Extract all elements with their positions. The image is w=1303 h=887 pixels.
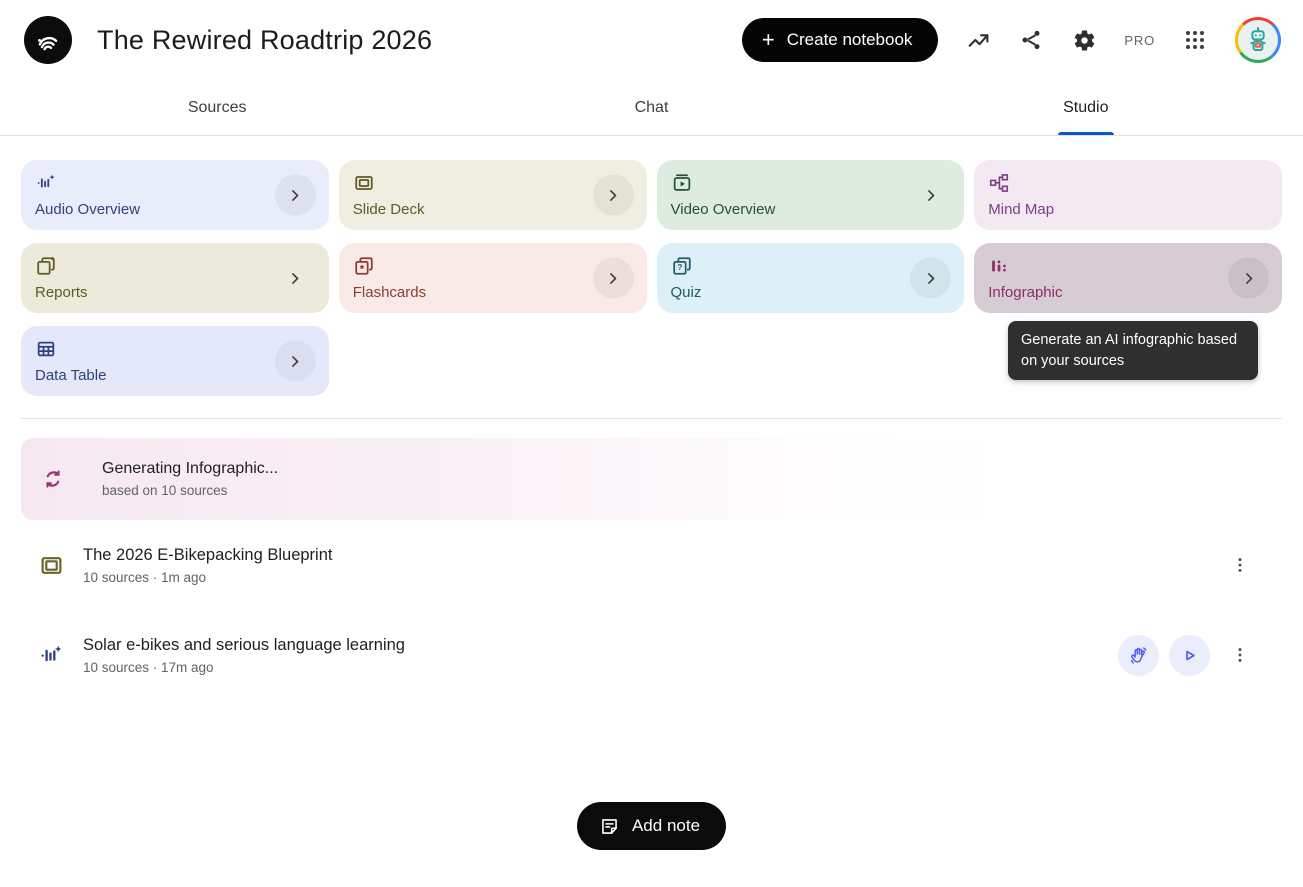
card-label: Reports (35, 284, 315, 301)
create-notebook-label: Create notebook (787, 30, 913, 50)
card-label: Slide Deck (353, 201, 633, 218)
card-label: Mind Map (988, 201, 1268, 218)
slide-deck-icon (353, 172, 375, 194)
card-label: Flashcards (353, 284, 633, 301)
app-header: The Rewired Roadtrip 2026 + Create noteb… (0, 0, 1303, 80)
share-icon[interactable] (1018, 27, 1044, 53)
card-quiz[interactable]: ? Quiz (657, 243, 965, 313)
artifact-meta: 10 sources · 17m ago (83, 660, 405, 675)
card-label: Data Table (35, 367, 315, 384)
tab-sources-label: Sources (188, 99, 247, 117)
interactive-mode-button[interactable] (1118, 635, 1159, 676)
apps-grid-icon[interactable] (1182, 27, 1208, 53)
card-flashcards[interactable]: Flashcards (339, 243, 647, 313)
tab-studio[interactable]: Studio (869, 80, 1303, 135)
audio-waveform-icon (35, 172, 57, 194)
section-divider (21, 418, 1282, 419)
card-open-button[interactable] (275, 258, 316, 299)
tab-studio-label: Studio (1063, 99, 1108, 117)
artifact-row-slide-deck[interactable]: The 2026 E-Bikepacking Blueprint 10 sour… (21, 520, 1282, 610)
generating-title: Generating Infographic... (102, 460, 278, 478)
plus-icon: + (762, 29, 775, 51)
add-note-label: Add note (632, 816, 700, 836)
generating-subtitle: based on 10 sources (102, 483, 278, 498)
wave-hand-icon (1128, 645, 1149, 666)
active-tab-underline (1058, 132, 1114, 135)
card-reports[interactable]: Reports (21, 243, 329, 313)
tab-chat-label: Chat (635, 99, 669, 117)
create-notebook-button[interactable]: + Create notebook (742, 18, 939, 62)
artifact-row-audio-overview[interactable]: Solar e-bikes and serious language learn… (21, 610, 1282, 700)
notebook-title[interactable]: The Rewired Roadtrip 2026 (97, 25, 432, 56)
card-label: Quiz (671, 284, 951, 301)
tab-chat[interactable]: Chat (434, 80, 868, 135)
card-open-button[interactable] (593, 258, 634, 299)
video-overview-icon (671, 172, 693, 194)
reports-icon (35, 255, 57, 277)
generating-spinner-icon (41, 467, 65, 491)
card-label: Infographic (988, 284, 1268, 301)
slide-deck-icon (39, 553, 64, 578)
quiz-icon: ? (671, 255, 693, 277)
card-open-button[interactable] (910, 258, 951, 299)
audio-waveform-icon (39, 643, 64, 668)
note-icon (599, 816, 620, 837)
infographic-tooltip: Generate an AI infographic based on your… (1008, 321, 1258, 380)
add-note-button[interactable]: Add note (577, 802, 726, 850)
card-slide-deck[interactable]: Slide Deck (339, 160, 647, 230)
trending-up-icon[interactable] (965, 27, 991, 53)
artifact-meta: 10 sources · 1m ago (83, 570, 332, 585)
pro-badge: PRO (1124, 33, 1155, 48)
settings-gear-icon[interactable] (1071, 27, 1097, 53)
infographic-icon (988, 255, 1010, 277)
card-label: Audio Overview (35, 201, 315, 218)
artifact-title: The 2026 E-Bikepacking Blueprint (83, 546, 332, 565)
card-open-button[interactable] (275, 341, 316, 382)
notebooklm-logo[interactable] (24, 16, 72, 64)
panel-tabs: Sources Chat Studio (0, 80, 1303, 136)
card-video-overview[interactable]: Video Overview (657, 160, 965, 230)
card-open-button[interactable] (593, 175, 634, 216)
more-menu-icon[interactable] (1222, 637, 1258, 673)
card-audio-overview[interactable]: Audio Overview (21, 160, 329, 230)
data-table-icon (35, 338, 57, 360)
play-icon (1179, 645, 1200, 666)
avatar-robot-image (1238, 20, 1278, 60)
card-open-button[interactable] (910, 175, 951, 216)
card-label: Video Overview (671, 201, 951, 218)
play-button[interactable] (1169, 635, 1210, 676)
more-menu-icon[interactable] (1222, 547, 1258, 583)
card-open-button[interactable] (1228, 258, 1269, 299)
mind-map-icon (988, 172, 1010, 194)
card-data-table[interactable]: Data Table (21, 326, 329, 396)
svg-text:?: ? (677, 263, 682, 272)
card-infographic[interactable]: Infographic (974, 243, 1282, 313)
flashcards-icon (353, 255, 375, 277)
tab-sources[interactable]: Sources (0, 80, 434, 135)
card-open-button[interactable] (275, 175, 316, 216)
generating-infographic-row: Generating Infographic... based on 10 so… (21, 438, 1282, 520)
card-mind-map[interactable]: Mind Map (974, 160, 1282, 230)
artifact-title: Solar e-bikes and serious language learn… (83, 636, 405, 655)
avatar[interactable] (1235, 17, 1281, 63)
